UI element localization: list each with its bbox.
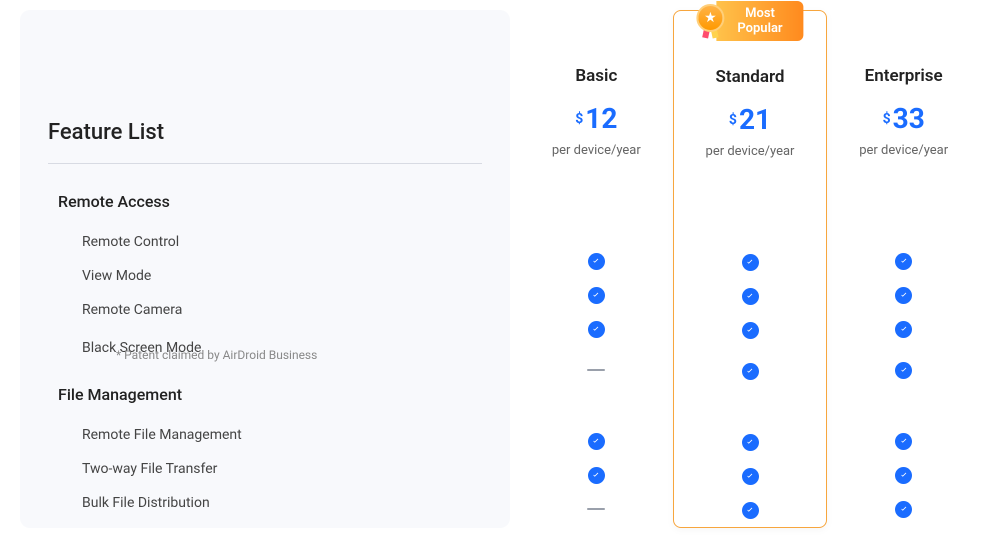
feature-cell	[674, 313, 827, 347]
check-icon	[742, 322, 759, 339]
feature-row: Black Screen Mode* Patent claimed by Air…	[48, 327, 482, 375]
feature-cell	[827, 244, 980, 278]
feature-list-panel: Feature List Remote Access Remote Control…	[20, 10, 510, 528]
check-icon	[588, 253, 605, 270]
plan-column: Enterprise $33 per device/year	[827, 10, 980, 528]
check-icon	[895, 501, 912, 518]
medal-icon: ★	[696, 4, 724, 38]
feature-cell	[520, 492, 673, 526]
feature-cell	[827, 278, 980, 312]
plan-name: Basic	[520, 66, 673, 86]
feature-cell	[827, 458, 980, 492]
dash-icon	[587, 369, 605, 371]
feature-row: Two-way File Transfer	[48, 452, 482, 486]
feature-label: Remote Camera	[82, 302, 182, 318]
plan-price: $33	[827, 102, 980, 135]
plan-unit: per device/year	[827, 143, 980, 158]
feature-row: Remote Camera	[48, 293, 482, 327]
feature-cell	[520, 244, 673, 278]
section-title: Remote Access	[58, 192, 482, 211]
feature-label: Remote Control	[82, 234, 179, 250]
check-icon	[895, 433, 912, 450]
check-icon	[588, 467, 605, 484]
check-icon	[895, 467, 912, 484]
plan-name: Enterprise	[827, 66, 980, 86]
popular-badge: ★Most Popular	[696, 1, 803, 41]
feature-cell	[520, 458, 673, 492]
feature-cell	[520, 312, 673, 346]
plan-unit: per device/year	[674, 144, 827, 159]
check-icon	[588, 287, 605, 304]
plan-name: Standard	[674, 67, 827, 87]
plan-column: Basic $12 per device/year	[520, 10, 673, 528]
check-icon	[742, 434, 759, 451]
check-icon	[588, 433, 605, 450]
check-icon	[742, 288, 759, 305]
feature-cell	[674, 493, 827, 527]
feature-cell	[674, 347, 827, 395]
feature-label: Remote File Management	[82, 427, 242, 443]
feature-cell	[674, 459, 827, 493]
plan-unit: per device/year	[520, 143, 673, 158]
feature-label: Bulk File Distribution	[82, 495, 210, 511]
section-title: File Management	[58, 385, 482, 404]
feature-cell	[520, 346, 673, 394]
divider	[48, 163, 482, 164]
feature-row: Bulk File Distribution	[48, 486, 482, 520]
feature-cell	[520, 278, 673, 312]
feature-sub: * Patent claimed by AirDroid Business	[82, 348, 317, 362]
feature-cell	[827, 346, 980, 394]
plans-row: Basic$12per device/year★Most PopularStan…	[520, 10, 980, 528]
feature-cell	[827, 424, 980, 458]
check-icon	[895, 253, 912, 270]
feature-cell	[520, 424, 673, 458]
check-icon	[895, 287, 912, 304]
feature-cell	[674, 425, 827, 459]
check-icon	[742, 363, 759, 380]
check-icon	[588, 321, 605, 338]
feature-row: Remote File Management	[48, 418, 482, 452]
plan-column: ★Most PopularStandard$21per device/year	[673, 10, 828, 528]
feature-cell	[674, 245, 827, 279]
feature-cell	[827, 312, 980, 346]
feature-cell	[827, 492, 980, 526]
badge-text: Most Popular	[716, 1, 803, 41]
check-icon	[742, 502, 759, 519]
check-icon	[895, 362, 912, 379]
plan-price: $12	[520, 102, 673, 135]
check-icon	[742, 468, 759, 485]
feature-label: Two-way File Transfer	[82, 461, 217, 477]
plan-price: $21	[674, 103, 827, 136]
feature-list-title: Feature List	[48, 120, 482, 145]
check-icon	[895, 321, 912, 338]
check-icon	[742, 254, 759, 271]
dash-icon	[587, 508, 605, 510]
feature-row: View Mode	[48, 259, 482, 293]
feature-row: Remote Control	[48, 225, 482, 259]
feature-cell	[674, 279, 827, 313]
feature-label: View Mode	[82, 268, 151, 284]
